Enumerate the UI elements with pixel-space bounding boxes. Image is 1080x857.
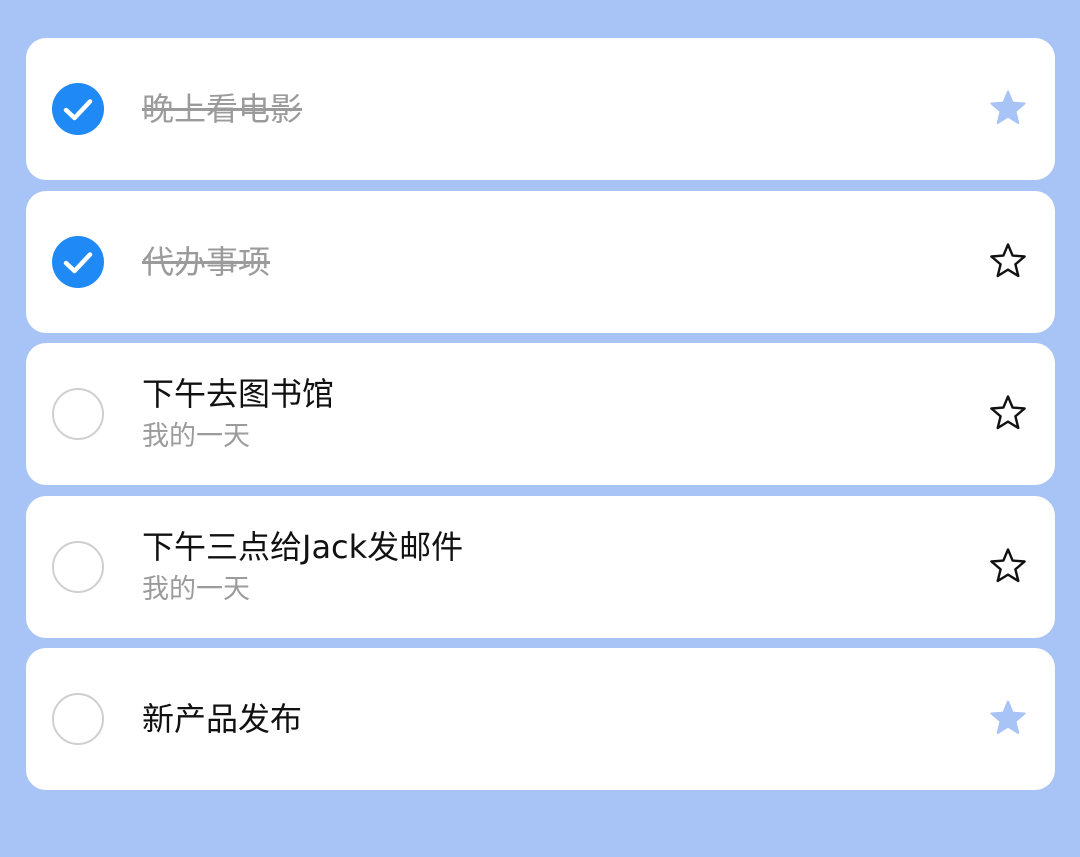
task-item[interactable]: 新产品发布 (26, 648, 1055, 790)
star-outline-icon[interactable] (987, 393, 1029, 435)
task-title: 晚上看电影 (142, 90, 303, 128)
task-text: 晚上看电影 (142, 38, 945, 180)
task-title: 下午三点给Jack发邮件 (142, 527, 464, 566)
circle-outline-icon[interactable] (52, 693, 104, 745)
task-item[interactable]: 下午三点给Jack发邮件 我的一天 (26, 495, 1055, 638)
task-subtitle: 我的一天 (142, 421, 250, 452)
task-text: 代办事项 (142, 191, 945, 333)
task-text: 下午三点给Jack发邮件 我的一天 (142, 496, 945, 638)
task-subtitle: 我的一天 (142, 573, 250, 605)
star-outline-icon[interactable] (987, 546, 1029, 588)
star-filled-icon[interactable] (987, 88, 1029, 130)
task-item[interactable]: 代办事项 (26, 190, 1055, 333)
circle-outline-icon[interactable] (52, 540, 104, 593)
task-list: 晚上看电影 代办事项 下午去图书馆 我的一天 下午三点给Jack发邮件 我的一天… (26, 38, 1055, 801)
task-title: 代办事项 (142, 242, 271, 281)
task-title: 新产品发布 (142, 700, 303, 738)
task-item[interactable]: 晚上看电影 (26, 38, 1055, 180)
star-filled-icon[interactable] (987, 698, 1029, 740)
task-item[interactable]: 下午去图书馆 我的一天 (26, 343, 1055, 485)
check-circle-filled-icon[interactable] (52, 235, 104, 288)
star-outline-icon[interactable] (987, 241, 1029, 283)
circle-outline-icon[interactable] (52, 388, 104, 440)
task-text: 下午去图书馆 我的一天 (142, 343, 945, 485)
task-title: 下午去图书馆 (142, 375, 335, 413)
check-circle-filled-icon[interactable] (52, 83, 104, 135)
task-text: 新产品发布 (142, 648, 945, 790)
